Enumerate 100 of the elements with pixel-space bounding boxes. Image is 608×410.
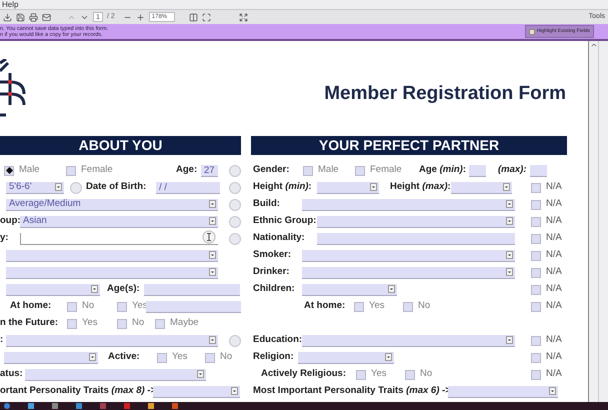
- checkbox-label: No: [418, 299, 430, 314]
- checkbox[interactable]: [531, 182, 541, 192]
- round-checkbox[interactable]: [229, 232, 241, 244]
- section-header: ABOUT YOU: [0, 136, 241, 155]
- field-label: Drinker:: [253, 265, 290, 280]
- checkbox-label: N/A: [546, 248, 562, 262]
- checkbox[interactable]: [531, 200, 541, 210]
- dropdown-field[interactable]: [451, 182, 512, 194]
- text-field[interactable]: [144, 284, 240, 296]
- checkbox-label: N/A: [546, 214, 562, 228]
- dropdown-field[interactable]: [302, 198, 515, 210]
- caret-icon: [209, 251, 216, 259]
- menu-item[interactable]: Help: [2, 0, 18, 9]
- dropdown-field[interactable]: [298, 352, 394, 364]
- dropdown-field[interactable]: [153, 386, 240, 398]
- checkbox-label: Male: [318, 163, 339, 178]
- checkbox[interactable]: [531, 250, 541, 260]
- checkbox[interactable]: [531, 302, 541, 312]
- round-checkbox[interactable]: [70, 182, 82, 194]
- checkbox[interactable]: [157, 352, 167, 362]
- round-checkbox[interactable]: [229, 334, 241, 346]
- scroll-up-icon[interactable]: [590, 41, 598, 49]
- checkbox[interactable]: [205, 352, 215, 362]
- field-label: Age(s):: [107, 282, 141, 296]
- dropdown-field[interactable]: [302, 266, 515, 278]
- text-field[interactable]: [469, 164, 486, 176]
- dropdown-field[interactable]: [448, 386, 558, 398]
- checkbox[interactable]: [117, 302, 127, 312]
- print-icon[interactable]: [29, 12, 38, 22]
- checkbox-label: No: [420, 367, 432, 382]
- round-checkbox[interactable]: [229, 164, 241, 176]
- checkbox[interactable]: [67, 302, 77, 312]
- text-field[interactable]: / /: [156, 182, 220, 194]
- dropdown-field[interactable]: 5'6-6': [6, 182, 64, 194]
- dropdown-field[interactable]: [6, 250, 218, 262]
- checkbox[interactable]: [354, 302, 364, 312]
- text-field[interactable]: [317, 232, 515, 244]
- field-label: Date of Birth:: [86, 180, 148, 194]
- round-checkbox[interactable]: [229, 182, 241, 194]
- dropdown-field[interactable]: [4, 352, 98, 364]
- field-label: At home:: [304, 299, 346, 314]
- checkbox[interactable]: [531, 370, 541, 380]
- field-label: Smoker:: [253, 248, 292, 262]
- scrollbar[interactable]: [588, 41, 598, 402]
- text-field[interactable]: [146, 300, 241, 312]
- caret-icon: [506, 200, 513, 208]
- field-label: :: [0, 333, 4, 348]
- text-cursor-icon: [202, 230, 216, 244]
- field-label: Age (min):: [419, 163, 467, 178]
- checkbox[interactable]: [303, 166, 313, 176]
- checkbox-label: N/A: [546, 265, 562, 280]
- round-checkbox[interactable]: [229, 216, 241, 228]
- field-label: Education:: [253, 333, 302, 348]
- checkbox[interactable]: [531, 284, 541, 294]
- checkbox[interactable]: [531, 336, 541, 346]
- dropdown-field[interactable]: Average/Medium: [6, 198, 218, 210]
- dropdown-field[interactable]: [302, 334, 515, 346]
- mail-icon[interactable]: [42, 12, 51, 22]
- save-icon[interactable]: [16, 12, 25, 22]
- caret-icon: [506, 336, 513, 344]
- checkbox[interactable]: [531, 216, 541, 226]
- field-label: y:: [0, 231, 10, 246]
- field-label: Children:: [253, 282, 296, 296]
- round-checkbox[interactable]: [229, 198, 241, 210]
- download-icon[interactable]: [3, 12, 12, 22]
- page-layout-icon[interactable]: [188, 12, 198, 22]
- dropdown-field[interactable]: [6, 266, 218, 278]
- dropdown-field[interactable]: Asian: [20, 216, 218, 228]
- dropdown-field[interactable]: [25, 368, 206, 380]
- text-field[interactable]: [530, 164, 547, 176]
- checkbox[interactable]: [403, 302, 413, 312]
- checkbox-label: N/A: [546, 333, 562, 348]
- text-field[interactable]: [20, 232, 218, 244]
- checkbox[interactable]: [405, 370, 415, 380]
- checkbox[interactable]: [66, 166, 76, 176]
- checkbox[interactable]: [355, 166, 365, 176]
- dropdown-field[interactable]: [6, 334, 218, 346]
- checkbox-label: Yes: [172, 350, 188, 364]
- text-field[interactable]: 27: [201, 164, 218, 176]
- checkbox[interactable]: [4, 166, 14, 176]
- checkbox[interactable]: [155, 318, 165, 328]
- checkbox-label: N/A: [546, 350, 562, 364]
- caret-icon: [231, 387, 238, 395]
- checkbox[interactable]: [531, 268, 541, 278]
- checkbox[interactable]: [356, 370, 366, 380]
- checkbox[interactable]: [117, 318, 127, 328]
- checkbox[interactable]: [531, 234, 541, 244]
- taskbar-icon[interactable]: [4, 403, 10, 409]
- fullscreen-icon[interactable]: [238, 12, 248, 22]
- checkbox[interactable]: [67, 318, 77, 328]
- dropdown-field[interactable]: [317, 182, 379, 194]
- dropdown-field[interactable]: [317, 216, 515, 228]
- zoom-in-icon[interactable]: [136, 12, 145, 22]
- dropdown-field[interactable]: [302, 250, 515, 262]
- checkbox-label: Yes: [82, 316, 98, 330]
- dropdown-field[interactable]: [302, 284, 397, 296]
- checkbox[interactable]: [531, 352, 541, 362]
- caret-icon: [388, 285, 395, 293]
- dropdown-field[interactable]: [6, 284, 100, 296]
- fit-page-icon[interactable]: [202, 12, 211, 22]
